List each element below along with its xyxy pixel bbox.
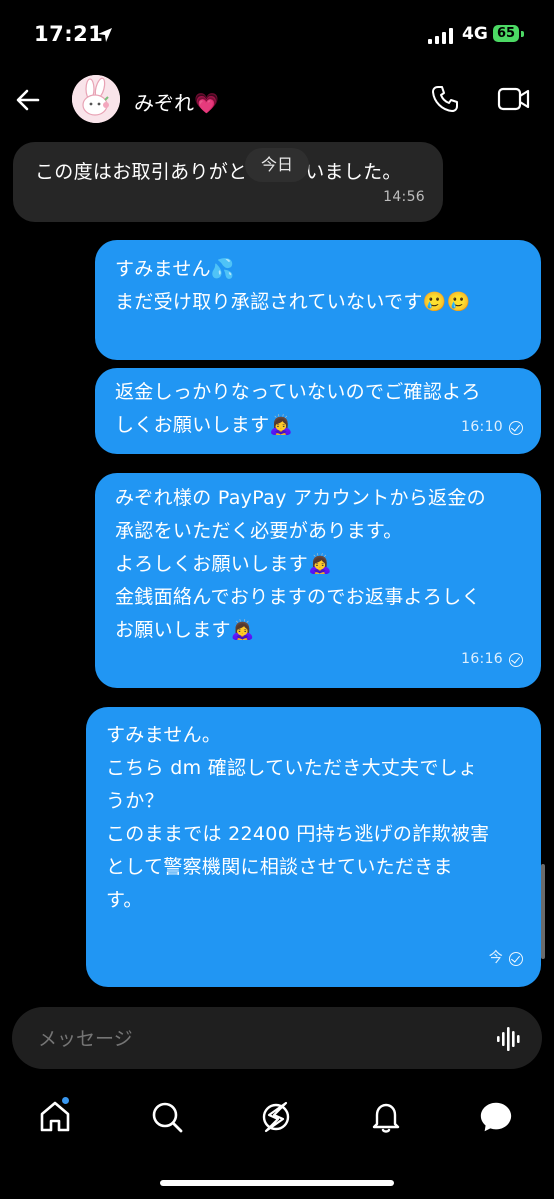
message-text: このままでは 22400 円持ち逃げの詐欺被害 [106,823,490,845]
read-receipt-icon [509,951,523,966]
message-thread[interactable]: この度はお取引ありがとうございました。 14:56 今日 すみません💦 まだ受け… [0,140,554,990]
messages-icon[interactable] [478,1099,514,1135]
message-text: しくお願いします🙇‍♀️ [115,414,294,436]
message-incoming[interactable]: この度はお取引ありがとうございました。 14:56 [13,142,443,222]
message-time: 16:16 [461,651,503,667]
date-separator: 今日 [245,148,309,182]
scrollbar[interactable] [541,864,545,959]
phone-icon[interactable] [430,84,460,114]
message-time: 16:10 [461,419,503,435]
message-outgoing[interactable]: みぞれ様の PayPay アカウントから返金の 承認をいただく必要があります。 … [95,473,541,688]
message-text: こちら dm 確認していただき大丈夫でしょ [106,757,478,779]
message-text: みぞれ様の PayPay アカウントから返金の [115,487,486,509]
message-text: この度はお取引ありがとうございました。 [35,161,402,183]
message-text: まだ受け取り承認されていないです🥲🥲 [115,291,471,313]
message-text: お願いします🙇‍♀️ [115,619,255,641]
battery-level: 65 [493,25,519,42]
bottom-tab-bar [0,1085,554,1155]
message-input[interactable] [36,1007,460,1071]
message-text: すみません💦 [115,258,235,280]
explore-icon[interactable] [258,1099,294,1135]
notification-dot [62,1097,69,1104]
voice-waveform-icon[interactable] [496,1026,522,1052]
message-text: す。 [106,889,143,911]
read-receipt-icon [509,652,523,667]
bell-icon[interactable] [368,1099,404,1135]
video-camera-icon[interactable] [497,86,531,112]
cellular-signal-icon [428,28,453,44]
avatar[interactable] [72,75,120,123]
message-outgoing[interactable]: すみません💦 まだ受け取り承認されていないです🥲🥲 [95,240,541,360]
message-text: 承認をいただく必要があります。 [115,520,403,542]
chat-header: みぞれ💗 [0,70,554,132]
message-outgoing[interactable]: すみません。 こちら dm 確認していただき大丈夫でしょ うか？ このままでは … [86,707,541,987]
bunny-avatar-image [72,75,120,123]
search-icon[interactable] [149,1099,185,1135]
status-bar: 17:21 4G 65 [0,0,554,70]
message-text: よろしくお願いします🙇‍♀️ [115,553,332,575]
message-text: 返金しっかりなっていないのでご確認よろ [115,381,481,403]
contact-name[interactable]: みぞれ💗 [134,87,219,116]
network-type: 4G [462,24,488,44]
message-time: 14:56 [383,189,425,205]
read-receipt-icon [509,420,523,435]
status-time: 17:21 [34,22,104,46]
location-arrow-icon [98,28,112,42]
battery-cap [521,31,524,37]
message-text: すみません。 [106,724,222,746]
back-arrow-icon[interactable] [14,86,42,114]
message-composer[interactable] [12,1007,542,1071]
message-text: として警察機関に相談させていただきま [106,856,453,878]
home-icon[interactable] [37,1099,73,1135]
message-time: 今 [488,950,503,966]
message-outgoing[interactable]: 返金しっかりなっていないのでご確認よろ しくお願いします🙇‍♀️ 16:10 [95,368,541,454]
message-text: 金銭面絡んでおりますのでお返事よろしく [115,586,481,608]
message-text: うか？ [106,790,164,812]
home-indicator [160,1180,394,1186]
